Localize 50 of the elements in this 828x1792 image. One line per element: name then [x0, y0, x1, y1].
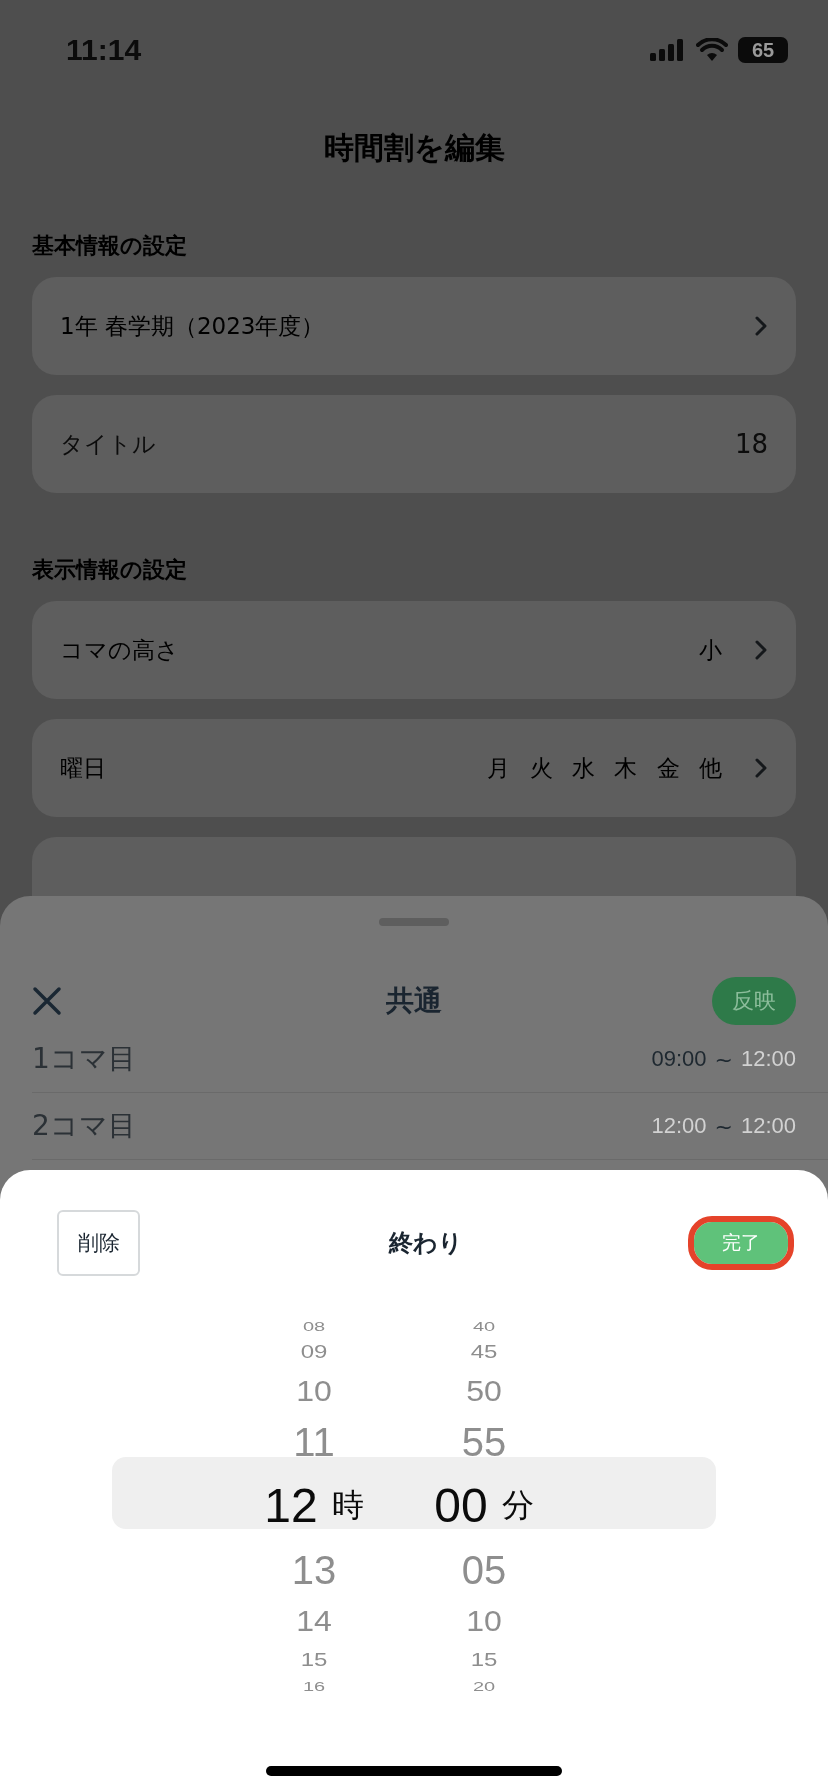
picker-value[interactable]: 00 — [434, 1482, 488, 1530]
chevron-icon — [754, 757, 768, 779]
start-time[interactable]: 12:00 — [651, 1113, 707, 1139]
section-title: 基本情報の設定 — [32, 232, 188, 260]
settings-row[interactable]: 曜日 月 火 水 木 金 他 — [32, 719, 796, 817]
period-label: 1コマ目 — [32, 1041, 137, 1077]
picker-value[interactable]: 10 — [466, 1606, 502, 1636]
picker-value[interactable]: 40 — [472, 1319, 496, 1333]
apply-button[interactable]: 反映 — [712, 977, 796, 1025]
range-separator: ~ — [714, 1046, 733, 1072]
wifi-icon — [696, 38, 728, 62]
unit-label: 時 — [331, 1485, 364, 1526]
title-field[interactable]: タイトル — [60, 431, 735, 457]
sheet-title: 共通 — [386, 983, 442, 1019]
section-title: 表示情報の設定 — [32, 556, 188, 584]
picker-value[interactable]: 20 — [472, 1679, 496, 1693]
picker-value[interactable]: 13 — [291, 1550, 337, 1590]
drag-handle[interactable] — [379, 918, 449, 926]
picker-value[interactable]: 05 — [461, 1550, 507, 1590]
settings-row[interactable]: 1年 春学期（2023年度） — [32, 277, 796, 375]
picker-value[interactable]: 50 — [466, 1376, 502, 1406]
picker-value[interactable]: 14 — [296, 1606, 332, 1636]
status-time: 11:14 — [66, 33, 142, 67]
close-icon[interactable] — [32, 986, 62, 1016]
unit-label: 分 — [501, 1485, 534, 1526]
end-time[interactable]: 12:00 — [740, 1046, 796, 1072]
picker-value[interactable]: 10 — [296, 1376, 332, 1406]
range-separator: ~ — [714, 1113, 733, 1139]
end-time[interactable]: 12:00 — [740, 1113, 796, 1139]
settings-row[interactable]: コマの高さ 小 — [32, 601, 796, 699]
signal-icon — [650, 38, 686, 62]
picker-value[interactable]: 15 — [470, 1651, 498, 1669]
character-counter: 18 — [734, 429, 768, 459]
picker-value[interactable]: 55 — [461, 1422, 507, 1462]
period-label: 2コマ目 — [32, 1108, 137, 1144]
page-title: 時間割を編集 — [322, 129, 506, 167]
picker-title: 終わり — [388, 1228, 463, 1259]
delete-button[interactable]: 削除 — [57, 1210, 140, 1276]
picker-value[interactable]: 12 — [264, 1482, 318, 1530]
done-button[interactable]: 完了 — [688, 1216, 794, 1270]
picker-value[interactable]: 09 — [300, 1343, 328, 1361]
picker-value[interactable]: 08 — [302, 1319, 326, 1333]
picker-value[interactable]: 11 — [293, 1422, 335, 1462]
battery-icon: 65 — [738, 37, 788, 63]
chevron-icon — [754, 315, 768, 337]
start-time[interactable]: 09:00 — [651, 1046, 707, 1072]
picker-value[interactable]: 16 — [302, 1679, 326, 1693]
picker-value[interactable]: 15 — [300, 1651, 328, 1669]
chevron-icon — [754, 639, 768, 661]
picker-value[interactable]: 45 — [470, 1343, 498, 1361]
